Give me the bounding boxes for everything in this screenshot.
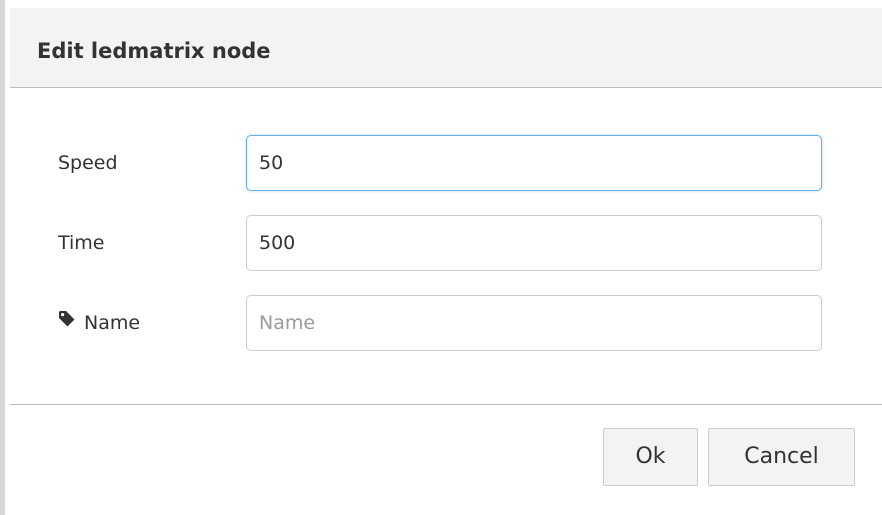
cancel-button[interactable]: Cancel — [708, 428, 855, 486]
dialog-title: Edit ledmatrix node — [37, 39, 271, 63]
form-row-speed: Speed — [10, 135, 882, 191]
time-input[interactable] — [246, 215, 822, 271]
name-input[interactable] — [246, 295, 822, 351]
name-label-wrap: Name — [58, 310, 141, 335]
speed-label: Speed — [58, 152, 118, 174]
time-label: Time — [58, 232, 105, 254]
dialog-header: Edit ledmatrix node — [10, 8, 882, 88]
tag-icon — [58, 310, 76, 334]
ok-button[interactable]: Ok — [603, 428, 698, 486]
speed-input[interactable] — [246, 135, 822, 191]
footer-divider — [10, 404, 882, 405]
dialog-top-edge — [5, 0, 882, 8]
name-label: Name — [84, 312, 141, 334]
form-row-time: Time — [10, 215, 882, 271]
edit-node-dialog: Edit ledmatrix node Speed Time Name Ok C… — [0, 0, 882, 515]
form-row-name: Name — [10, 295, 882, 351]
